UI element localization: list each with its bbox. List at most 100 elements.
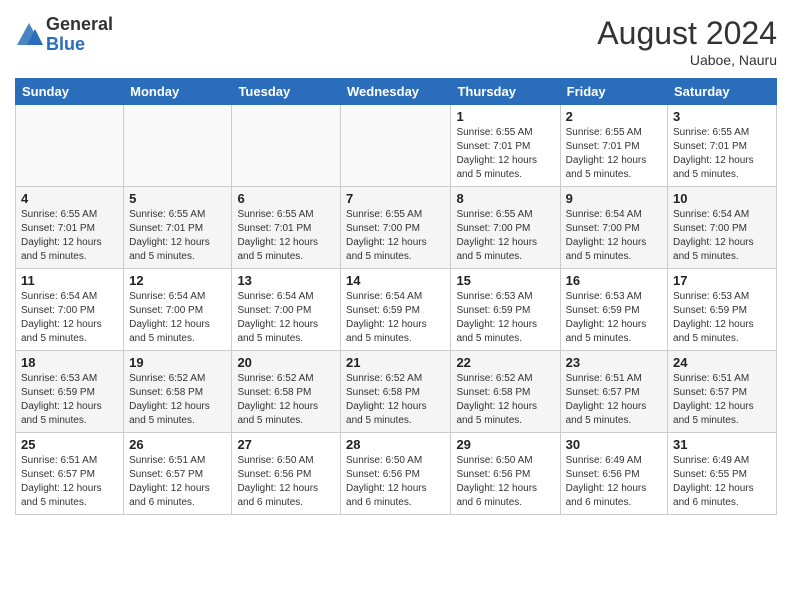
calendar-cell: 27 Sunrise: 6:50 AM Sunset: 6:56 PM Dayli… [232,433,341,515]
calendar-week-row: 11 Sunrise: 6:54 AM Sunset: 7:00 PM Dayli… [16,269,777,351]
calendar-cell: 18 Sunrise: 6:53 AM Sunset: 6:59 PM Dayli… [16,351,124,433]
day-number: 23 [566,355,662,370]
col-header-tuesday: Tuesday [232,79,341,105]
day-info: Sunrise: 6:54 AM Sunset: 7:00 PM Dayligh… [566,208,662,264]
day-info: Sunrise: 6:55 AM Sunset: 7:01 PM Dayligh… [566,126,662,182]
calendar-cell: 13 Sunrise: 6:54 AM Sunset: 7:00 PM Dayli… [232,269,341,351]
day-number: 25 [21,437,118,452]
day-number: 3 [673,109,771,124]
logo-icon [15,21,43,49]
calendar-cell [124,105,232,187]
day-number: 27 [237,437,335,452]
day-info: Sunrise: 6:53 AM Sunset: 6:59 PM Dayligh… [21,372,118,428]
calendar-cell: 4 Sunrise: 6:55 AM Sunset: 7:01 PM Daylig… [16,187,124,269]
calendar-cell [341,105,451,187]
calendar-cell: 3 Sunrise: 6:55 AM Sunset: 7:01 PM Daylig… [668,105,777,187]
calendar-cell: 8 Sunrise: 6:55 AM Sunset: 7:00 PM Daylig… [451,187,560,269]
day-info: Sunrise: 6:52 AM Sunset: 6:58 PM Dayligh… [129,372,226,428]
col-header-saturday: Saturday [668,79,777,105]
day-number: 29 [456,437,554,452]
calendar-table: SundayMondayTuesdayWednesdayThursdayFrid… [15,78,777,515]
day-number: 9 [566,191,662,206]
day-info: Sunrise: 6:55 AM Sunset: 7:00 PM Dayligh… [456,208,554,264]
day-info: Sunrise: 6:54 AM Sunset: 7:00 PM Dayligh… [129,290,226,346]
day-info: Sunrise: 6:55 AM Sunset: 7:01 PM Dayligh… [673,126,771,182]
day-info: Sunrise: 6:54 AM Sunset: 6:59 PM Dayligh… [346,290,445,346]
day-info: Sunrise: 6:51 AM Sunset: 6:57 PM Dayligh… [673,372,771,428]
day-number: 11 [21,273,118,288]
day-info: Sunrise: 6:55 AM Sunset: 7:01 PM Dayligh… [456,126,554,182]
day-number: 26 [129,437,226,452]
calendar-cell: 10 Sunrise: 6:54 AM Sunset: 7:00 PM Dayli… [668,187,777,269]
day-number: 21 [346,355,445,370]
day-number: 18 [21,355,118,370]
calendar-cell: 6Sunrise: 6:55 AM Sunset: 7:01 PM Daylig… [232,187,341,269]
calendar-cell: 16Sunrise: 6:53 AM Sunset: 6:59 PM Dayli… [560,269,667,351]
location: Uaboe, Nauru [597,52,777,68]
logo: General Blue [15,15,113,55]
day-info: Sunrise: 6:51 AM Sunset: 6:57 PM Dayligh… [566,372,662,428]
logo-blue: Blue [46,35,113,55]
calendar-cell: 12Sunrise: 6:54 AM Sunset: 7:00 PM Dayli… [124,269,232,351]
col-header-monday: Monday [124,79,232,105]
day-number: 7 [346,191,445,206]
calendar-cell: 17Sunrise: 6:53 AM Sunset: 6:59 PM Dayli… [668,269,777,351]
day-number: 16 [566,273,662,288]
day-number: 8 [456,191,554,206]
day-number: 10 [673,191,771,206]
calendar-cell: 11Sunrise: 6:54 AM Sunset: 7:00 PM Dayli… [16,269,124,351]
day-info: Sunrise: 6:50 AM Sunset: 6:56 PM Dayligh… [237,454,335,510]
calendar-cell: 24Sunrise: 6:51 AM Sunset: 6:57 PM Dayli… [668,351,777,433]
calendar-cell: 20Sunrise: 6:52 AM Sunset: 6:58 PM Dayli… [232,351,341,433]
day-number: 15 [456,273,554,288]
day-number: 30 [566,437,662,452]
day-info: Sunrise: 6:55 AM Sunset: 7:01 PM Dayligh… [21,208,118,264]
month-year: August 2024 [597,15,777,52]
day-info: Sunrise: 6:54 AM Sunset: 7:00 PM Dayligh… [673,208,771,264]
page-header: General Blue August 2024 Uaboe, Nauru [15,15,777,68]
day-info: Sunrise: 6:55 AM Sunset: 7:01 PM Dayligh… [129,208,226,264]
day-info: Sunrise: 6:49 AM Sunset: 6:55 PM Dayligh… [673,454,771,510]
calendar-cell: 23 Sunrise: 6:51 AM Sunset: 6:57 PM Dayli… [560,351,667,433]
calendar-cell: 15Sunrise: 6:53 AM Sunset: 6:59 PM Dayli… [451,269,560,351]
logo-text: General Blue [46,15,113,55]
calendar-cell: 31Sunrise: 6:49 AM Sunset: 6:55 PM Dayli… [668,433,777,515]
calendar-cell [232,105,341,187]
calendar-cell: 29 Sunrise: 6:50 AM Sunset: 6:56 PM Dayli… [451,433,560,515]
day-number: 5 [129,191,226,206]
day-number: 6 [237,191,335,206]
calendar-week-row: 18 Sunrise: 6:53 AM Sunset: 6:59 PM Dayli… [16,351,777,433]
calendar-week-row: 4 Sunrise: 6:55 AM Sunset: 7:01 PM Daylig… [16,187,777,269]
day-number: 13 [237,273,335,288]
day-number: 19 [129,355,226,370]
calendar-cell: 28Sunrise: 6:50 AM Sunset: 6:56 PM Dayli… [341,433,451,515]
day-number: 14 [346,273,445,288]
calendar-week-row: 1 Sunrise: 6:55 AM Sunset: 7:01 PM Daylig… [16,105,777,187]
day-info: Sunrise: 6:52 AM Sunset: 6:58 PM Dayligh… [456,372,554,428]
day-info: Sunrise: 6:54 AM Sunset: 7:00 PM Dayligh… [237,290,335,346]
day-info: Sunrise: 6:49 AM Sunset: 6:56 PM Dayligh… [566,454,662,510]
day-info: Sunrise: 6:52 AM Sunset: 6:58 PM Dayligh… [346,372,445,428]
col-header-sunday: Sunday [16,79,124,105]
day-number: 22 [456,355,554,370]
calendar-cell: 19 Sunrise: 6:52 AM Sunset: 6:58 PM Dayli… [124,351,232,433]
calendar-cell: 30 Sunrise: 6:49 AM Sunset: 6:56 PM Dayli… [560,433,667,515]
calendar-cell: 26 Sunrise: 6:51 AM Sunset: 6:57 PM Dayli… [124,433,232,515]
calendar-cell: 5 Sunrise: 6:55 AM Sunset: 7:01 PM Daylig… [124,187,232,269]
day-number: 1 [456,109,554,124]
day-info: Sunrise: 6:53 AM Sunset: 6:59 PM Dayligh… [673,290,771,346]
col-header-wednesday: Wednesday [341,79,451,105]
col-header-thursday: Thursday [451,79,560,105]
calendar-cell: 1 Sunrise: 6:55 AM Sunset: 7:01 PM Daylig… [451,105,560,187]
day-info: Sunrise: 6:50 AM Sunset: 6:56 PM Dayligh… [456,454,554,510]
day-info: Sunrise: 6:51 AM Sunset: 6:57 PM Dayligh… [21,454,118,510]
calendar-cell: 2Sunrise: 6:55 AM Sunset: 7:01 PM Daylig… [560,105,667,187]
day-number: 4 [21,191,118,206]
calendar-week-row: 25 Sunrise: 6:51 AM Sunset: 6:57 PM Dayli… [16,433,777,515]
day-info: Sunrise: 6:55 AM Sunset: 7:00 PM Dayligh… [346,208,445,264]
day-number: 20 [237,355,335,370]
calendar-cell: 21 Sunrise: 6:52 AM Sunset: 6:58 PM Dayli… [341,351,451,433]
day-info: Sunrise: 6:51 AM Sunset: 6:57 PM Dayligh… [129,454,226,510]
col-header-friday: Friday [560,79,667,105]
calendar-header-row: SundayMondayTuesdayWednesdayThursdayFrid… [16,79,777,105]
